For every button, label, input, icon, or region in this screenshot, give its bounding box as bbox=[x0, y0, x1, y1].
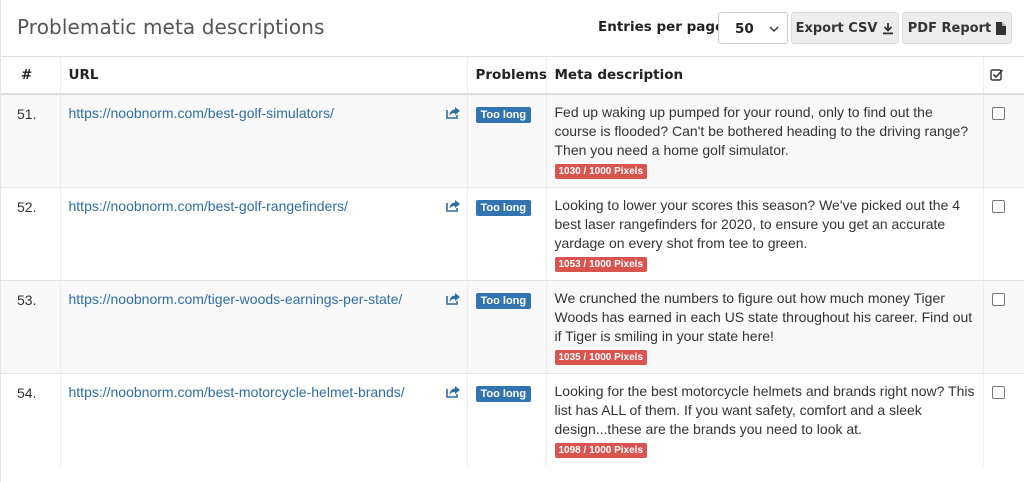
page-title: Problematic meta descriptions bbox=[17, 15, 325, 39]
description-cell: Fed up waking up pumped for your round, … bbox=[545, 93, 983, 187]
panel-header: Problematic meta descriptions Entries pe… bbox=[1, 0, 1024, 56]
problem-cell: Too long bbox=[466, 186, 546, 280]
table-row: 51. https://noobnorm.com/best-golf-simul… bbox=[1, 93, 1024, 187]
share-icon[interactable] bbox=[445, 385, 461, 398]
column-header-url: URL bbox=[59, 56, 467, 95]
meta-description-text: Looking for the best motorcycle helmets … bbox=[554, 382, 975, 437]
entries-per-page-value: 50 bbox=[735, 21, 754, 37]
url-cell: https://noobnorm.com/best-golf-simulator… bbox=[59, 93, 467, 187]
pixel-length-badge: 1035 / 1000 Pixels bbox=[554, 349, 648, 365]
row-number: 53. bbox=[1, 279, 60, 373]
column-header-problems: Problems bbox=[466, 56, 547, 95]
check-square-icon bbox=[989, 69, 1003, 81]
table-row: 53. https://noobnorm.com/tiger-woods-ear… bbox=[1, 279, 1024, 373]
description-cell: Looking to lower your scores this season… bbox=[545, 186, 983, 280]
problem-cell: Too long bbox=[466, 93, 546, 187]
share-icon[interactable] bbox=[445, 106, 461, 119]
share-icon[interactable] bbox=[445, 199, 461, 212]
pixel-length-badge: 1030 / 1000 Pixels bbox=[554, 163, 648, 179]
problem-cell: Too long bbox=[466, 372, 546, 466]
table-row: 52. https://noobnorm.com/best-golf-range… bbox=[1, 186, 1024, 280]
entries-per-page-select[interactable]: 50 bbox=[718, 12, 788, 44]
download-icon bbox=[883, 22, 894, 34]
table-row: 54. https://noobnorm.com/best-motorcycle… bbox=[1, 372, 1024, 466]
row-checkbox[interactable] bbox=[991, 199, 1005, 213]
row-select-cell bbox=[982, 279, 1024, 373]
column-header-num: # bbox=[1, 56, 60, 95]
description-cell: We crunched the numbers to figure out ho… bbox=[545, 279, 983, 373]
problem-cell: Too long bbox=[466, 279, 546, 373]
url-link[interactable]: https://noobnorm.com/tiger-woods-earning… bbox=[69, 291, 403, 307]
pdf-report-button[interactable]: PDF Report bbox=[902, 12, 1012, 44]
column-header-meta-description: Meta description bbox=[545, 56, 983, 95]
url-cell: https://noobnorm.com/best-motorcycle-hel… bbox=[59, 372, 467, 466]
row-select-cell bbox=[982, 186, 1024, 280]
problem-badge: Too long bbox=[475, 385, 532, 402]
row-number: 51. bbox=[1, 93, 60, 187]
pdf-report-label: PDF Report bbox=[907, 20, 992, 36]
export-csv-label: Export CSV bbox=[795, 20, 878, 36]
problem-badge: Too long bbox=[475, 106, 532, 123]
row-select-cell bbox=[982, 93, 1024, 187]
select-all-toggle[interactable] bbox=[982, 56, 1024, 95]
row-checkbox[interactable] bbox=[991, 292, 1005, 306]
url-link[interactable]: https://noobnorm.com/best-golf-simulator… bbox=[69, 105, 334, 121]
chevron-down-icon bbox=[769, 26, 779, 33]
url-link[interactable]: https://noobnorm.com/best-golf-rangefind… bbox=[69, 198, 348, 214]
row-number: 52. bbox=[1, 186, 60, 280]
row-number: 54. bbox=[1, 372, 60, 466]
row-checkbox[interactable] bbox=[991, 106, 1005, 120]
row-select-cell bbox=[982, 372, 1024, 466]
file-icon bbox=[996, 21, 1007, 35]
problem-badge: Too long bbox=[475, 199, 532, 216]
meta-description-text: Looking to lower your scores this season… bbox=[554, 196, 961, 251]
problem-badge: Too long bbox=[475, 292, 532, 309]
share-icon[interactable] bbox=[445, 292, 461, 305]
export-csv-button[interactable]: Export CSV bbox=[791, 12, 899, 44]
table-header-row: # URL Problems Meta description bbox=[1, 56, 1024, 95]
meta-descriptions-table: # URL Problems Meta description 51. http… bbox=[1, 56, 1024, 466]
meta-description-text: Fed up waking up pumped for your round, … bbox=[554, 103, 969, 158]
url-link[interactable]: https://noobnorm.com/best-motorcycle-hel… bbox=[69, 384, 405, 400]
meta-description-text: We crunched the numbers to figure out ho… bbox=[554, 289, 973, 344]
entries-per-page-label: Entries per page: bbox=[598, 19, 730, 35]
panel: Problematic meta descriptions Entries pe… bbox=[0, 0, 1024, 482]
row-checkbox[interactable] bbox=[991, 385, 1005, 399]
pixel-length-badge: 1098 / 1000 Pixels bbox=[554, 442, 648, 458]
description-cell: Looking for the best motorcycle helmets … bbox=[545, 372, 983, 466]
pixel-length-badge: 1053 / 1000 Pixels bbox=[554, 256, 648, 272]
url-cell: https://noobnorm.com/best-golf-rangefind… bbox=[59, 186, 467, 280]
url-cell: https://noobnorm.com/tiger-woods-earning… bbox=[59, 279, 467, 373]
